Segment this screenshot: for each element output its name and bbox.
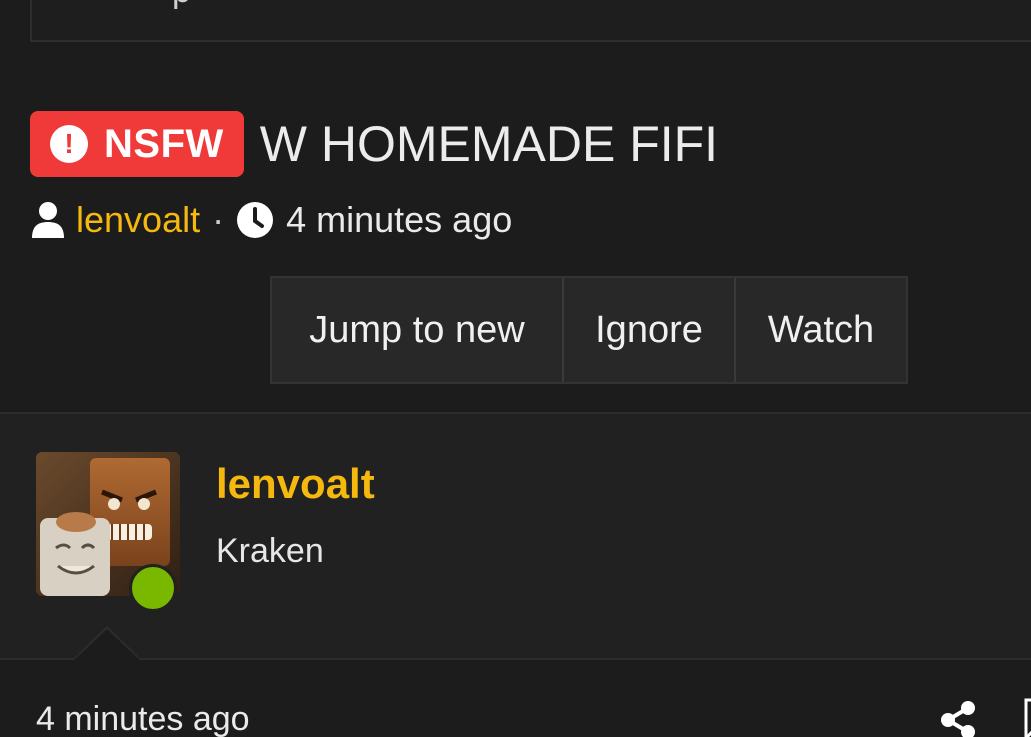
nsfw-label: NSFW: [104, 121, 224, 166]
exclamation-circle-icon: !: [50, 125, 88, 163]
user-icon: [32, 202, 64, 238]
bookmark-icon[interactable]: [1022, 698, 1031, 737]
user-arrow-pointer-inner: [74, 629, 140, 660]
thread-page: p ! NSFW W HOMEMADE FIFI lenvoalt · 4 mi…: [0, 0, 1031, 737]
thread-actions: Jump to new Ignore Watch: [270, 276, 908, 384]
post-user-title: Kraken: [216, 532, 324, 570]
post-time[interactable]: 4 minutes ago: [36, 700, 250, 737]
cropped-text: p: [172, 0, 191, 11]
share-icon[interactable]: [940, 700, 976, 737]
online-status-indicator: [129, 564, 177, 612]
thread-title: W HOMEMADE FIFI: [259, 116, 719, 172]
watch-button[interactable]: Watch: [734, 278, 906, 382]
thread-meta: lenvoalt · 4 minutes ago: [30, 196, 512, 244]
thread-time[interactable]: 4 minutes ago: [286, 199, 512, 241]
nsfw-prefix-badge[interactable]: ! NSFW: [30, 111, 244, 177]
previous-content-box: p: [30, 0, 1031, 42]
post-username[interactable]: lenvoalt: [216, 460, 375, 508]
clock-icon: [237, 202, 274, 238]
jump-to-new-button[interactable]: Jump to new: [272, 278, 562, 382]
thread-author-link[interactable]: lenvoalt: [76, 199, 200, 241]
ignore-button[interactable]: Ignore: [562, 278, 734, 382]
thread-title-row: ! NSFW W HOMEMADE FIFI: [30, 111, 718, 177]
post-divider: [0, 658, 1031, 660]
meta-separator: ·: [212, 199, 225, 240]
